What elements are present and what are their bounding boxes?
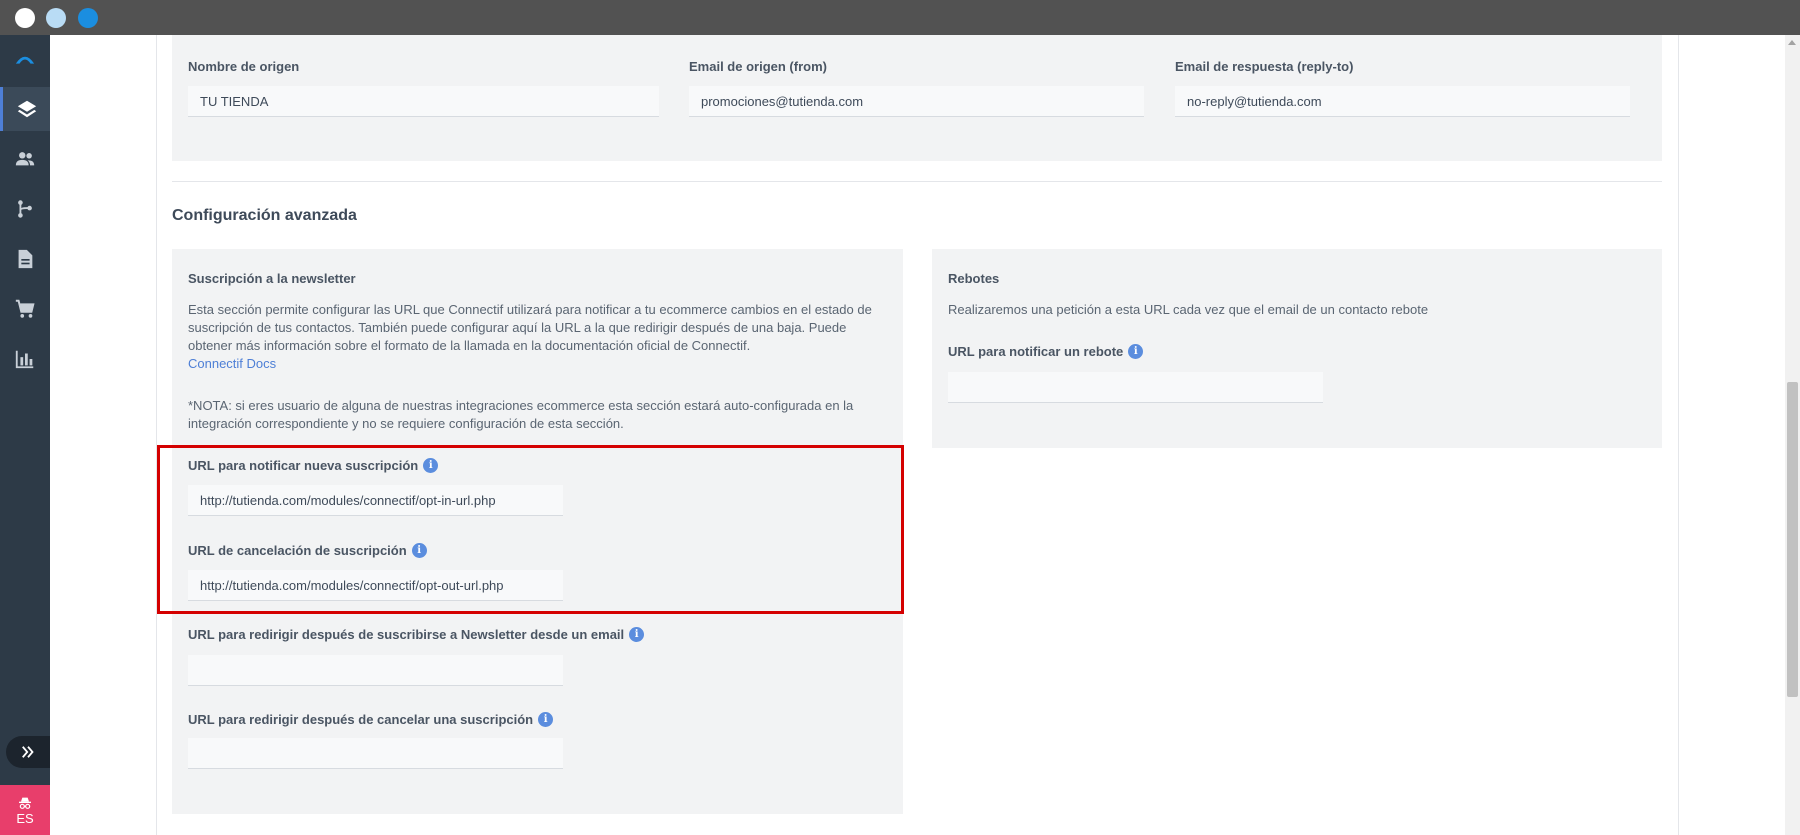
bounce-url-label-text: URL para notificar un rebote — [948, 344, 1124, 359]
window-minimize-button[interactable] — [46, 8, 66, 28]
language-label: ES — [16, 810, 34, 826]
scroll-up-arrow-icon[interactable] — [1788, 40, 1796, 45]
origin-name-label: Nombre de origen — [188, 59, 300, 74]
cart-icon[interactable] — [0, 287, 50, 331]
document-icon[interactable] — [0, 237, 50, 281]
content-border-right — [1678, 35, 1679, 835]
from-email-label: Email de origen (from) — [689, 59, 827, 74]
section-divider — [172, 181, 1662, 182]
layers-icon[interactable] — [0, 87, 50, 131]
language-selector[interactable]: ES — [0, 785, 50, 835]
redirect-cancel-label-text: URL para redirigir después de cancelar u… — [188, 712, 534, 727]
bounce-url-input[interactable] — [948, 372, 1323, 403]
info-icon[interactable]: i — [629, 627, 645, 642]
reply-email-label: Email de respuesta (reply-to) — [1175, 59, 1354, 74]
bounces-description: Realizaremos una petición a esta URL cad… — [948, 302, 1429, 317]
highlight-box — [157, 445, 904, 614]
origin-name-input[interactable] — [188, 86, 659, 117]
redirect-cancel-input[interactable] — [188, 738, 563, 769]
chart-icon[interactable] — [0, 337, 50, 381]
redirect-subscribe-label-text: URL para redirigir después de suscribirs… — [188, 627, 625, 642]
window-titlebar — [0, 0, 1800, 35]
redirect-subscribe-label: URL para redirigir después de suscribirs… — [188, 627, 645, 642]
integration-note: *NOTA: si eres usuario de alguna de nues… — [188, 398, 854, 431]
info-icon[interactable]: i — [1128, 344, 1144, 359]
app-sidebar: ES — [0, 35, 50, 835]
connectif-logo-icon[interactable] — [0, 37, 50, 81]
reply-email-input[interactable] — [1175, 86, 1630, 117]
connectif-docs-link[interactable]: Connectif Docs — [188, 356, 276, 371]
redirect-subscribe-input[interactable] — [188, 655, 563, 686]
bounces-title: Rebotes — [948, 271, 1000, 286]
redirect-cancel-label: URL para redirigir después de cancelar u… — [188, 712, 554, 727]
double-chevron-right-icon — [22, 746, 34, 758]
info-icon[interactable]: i — [538, 712, 554, 727]
bounce-url-label: URL para notificar un rebote i — [948, 344, 1144, 359]
advanced-settings-title: Configuración avanzada — [172, 207, 357, 224]
subscription-description: Esta sección permite configurar las URL … — [188, 302, 872, 353]
from-email-input[interactable] — [689, 86, 1144, 117]
content-border-left — [156, 35, 157, 835]
sidebar-expand-button[interactable] — [6, 736, 50, 768]
contacts-icon[interactable] — [0, 137, 50, 181]
page-scrollbar-thumb[interactable] — [1787, 382, 1798, 697]
workflow-icon[interactable] — [0, 187, 50, 231]
subscription-section-title: Suscripción a la newsletter — [188, 271, 356, 286]
window-close-button[interactable] — [15, 8, 35, 28]
window-maximize-button[interactable] — [78, 8, 98, 28]
incognito-icon — [19, 797, 31, 809]
